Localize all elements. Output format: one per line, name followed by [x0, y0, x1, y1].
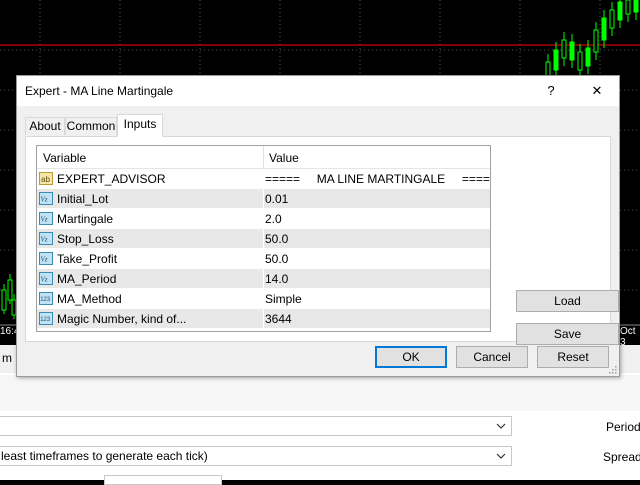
inputs-panel: Variable Value ab EXPERT_ADVISOR ===== MA … — [25, 136, 619, 345]
chevron-down-icon — [496, 453, 506, 459]
variable-name: MA_Method — [57, 292, 122, 306]
grid-row[interactable]: 123 Magic Number, kind of... 3644 — [37, 309, 490, 329]
variable-name: Magic Number, kind of... — [57, 312, 187, 326]
chevron-down-icon — [496, 423, 506, 429]
double-value-icon: Vz — [39, 272, 53, 285]
cell-divider — [263, 269, 264, 289]
grid-row[interactable]: ab EXPERT_ADVISOR ===== MA LINE MARTINGALE… — [37, 169, 490, 189]
variable-name: EXPERT_ADVISOR — [57, 172, 166, 186]
tester-tab-fragment[interactable]: m — [2, 351, 12, 365]
variable-name: Take_Profit — [57, 252, 118, 266]
variable-value[interactable]: Simple — [265, 292, 302, 306]
variable-name: Initial_Lot — [57, 192, 109, 206]
cell-divider — [263, 249, 264, 269]
variable-value[interactable]: 2.0 — [265, 212, 282, 226]
grid-row[interactable]: Vz Take_Profit 50.0 — [37, 249, 490, 269]
svg-text:Vz: Vz — [41, 256, 48, 264]
save-button[interactable]: Save — [516, 323, 619, 345]
ok-button[interactable]: OK — [375, 346, 447, 368]
cell-divider — [263, 209, 264, 229]
help-button[interactable]: ? — [541, 81, 561, 101]
tab-about[interactable]: About — [25, 117, 65, 135]
resize-grip-icon[interactable] — [607, 364, 617, 374]
cell-divider — [263, 309, 264, 329]
svg-text:Vz: Vz — [41, 236, 48, 244]
close-button[interactable]: ✕ — [587, 81, 607, 101]
variable-value[interactable]: 14.0 — [265, 272, 288, 286]
svg-text:123: 123 — [40, 297, 51, 303]
variable-name: MA_Period — [57, 272, 117, 286]
grid-row[interactable]: Vz Stop_Loss 50.0 — [37, 229, 490, 249]
column-header-value[interactable]: Value — [269, 151, 299, 165]
dialog-title: Expert - MA Line Martingale — [25, 84, 174, 98]
svg-text:Vz: Vz — [41, 216, 48, 224]
double-value-icon: Vz — [39, 232, 53, 245]
variable-name: Stop_Loss — [57, 232, 114, 246]
cell-divider — [263, 169, 264, 189]
grid-header: Variable Value — [37, 146, 490, 169]
svg-text:123: 123 — [40, 317, 51, 323]
cell-divider — [263, 229, 264, 249]
variable-value[interactable]: 0.01 — [265, 192, 288, 206]
svg-text:ab: ab — [41, 175, 50, 184]
integer-icon: 123 — [39, 312, 53, 325]
grid-row[interactable]: Vz Initial_Lot 0.01 — [37, 189, 490, 209]
expert-select[interactable] — [0, 416, 512, 436]
column-divider[interactable] — [263, 146, 264, 168]
svg-text:Vz: Vz — [41, 196, 48, 204]
tab-inputs[interactable]: Inputs — [117, 114, 163, 137]
variable-value[interactable]: 3644 — [265, 312, 292, 326]
double-value-icon: Vz — [39, 252, 53, 265]
inputs-grid: Variable Value ab EXPERT_ADVISOR ===== MA … — [36, 145, 491, 332]
double-value-icon: Vz — [39, 212, 53, 225]
grid-row[interactable]: Vz Martingale 2.0 — [37, 209, 490, 229]
variable-value[interactable]: 50.0 — [265, 232, 288, 246]
variable-name: Martingale — [57, 212, 114, 226]
grid-row[interactable]: 123 MA_Method Simple — [37, 289, 490, 309]
cancel-button[interactable]: Cancel — [456, 346, 528, 368]
svg-text:Vz: Vz — [41, 276, 48, 284]
cell-divider — [263, 289, 264, 309]
load-button[interactable]: Load — [516, 290, 619, 312]
period-label: Period: — [606, 420, 640, 434]
integer-icon: 123 — [39, 292, 53, 305]
expert-properties-dialog: Expert - MA Line Martingale ? ✕ About Co… — [16, 75, 620, 377]
tab-common[interactable]: Common — [65, 117, 117, 135]
model-select[interactable]: least timeframes to generate each tick) — [0, 446, 512, 466]
ab-string-icon: ab — [39, 172, 53, 185]
tester-toolbar — [0, 375, 640, 411]
date-field[interactable] — [104, 475, 222, 485]
variable-value[interactable]: ===== MA LINE MARTINGALE ===== — [265, 172, 490, 186]
variable-value[interactable]: 50.0 — [265, 252, 288, 266]
grid-row[interactable]: Vz MA_Period 14.0 — [37, 269, 490, 289]
spread-label: Spread: — [603, 450, 640, 464]
reset-button[interactable]: Reset — [537, 346, 609, 368]
model-select-value: least timeframes to generate each tick) — [1, 449, 208, 463]
dialog-titlebar[interactable]: Expert - MA Line Martingale ? ✕ — [17, 76, 619, 106]
cell-divider — [263, 189, 264, 209]
column-header-variable[interactable]: Variable — [43, 151, 86, 165]
double-value-icon: Vz — [39, 192, 53, 205]
